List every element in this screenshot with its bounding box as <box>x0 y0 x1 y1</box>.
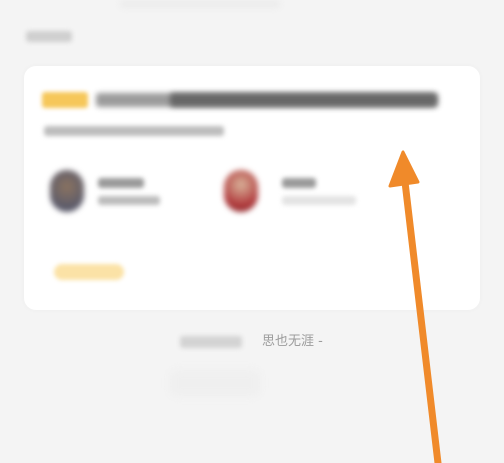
card-title-row <box>42 92 442 108</box>
teacher-item[interactable] <box>50 170 200 220</box>
footer: 思也无涯 - <box>0 332 504 352</box>
footer-text: 思也无涯 - <box>262 334 323 349</box>
teacher-item[interactable] <box>224 170 384 220</box>
teacher-subtitle <box>282 196 356 205</box>
course-card[interactable] <box>24 66 480 310</box>
card-title-emphasis <box>170 93 438 107</box>
bottom-smudge <box>170 370 260 396</box>
teacher-name <box>98 178 144 188</box>
avatar <box>224 170 258 212</box>
status-pill[interactable] <box>54 264 124 280</box>
avatar <box>50 170 84 212</box>
title-tag <box>42 92 88 108</box>
footer-prefix <box>180 336 242 348</box>
screen: 思也无涯 - <box>0 0 504 463</box>
teacher-subtitle <box>98 196 160 205</box>
teacher-name <box>282 178 316 188</box>
header-remnant <box>120 0 280 8</box>
section-label <box>26 31 72 42</box>
card-subtitle <box>44 126 224 136</box>
